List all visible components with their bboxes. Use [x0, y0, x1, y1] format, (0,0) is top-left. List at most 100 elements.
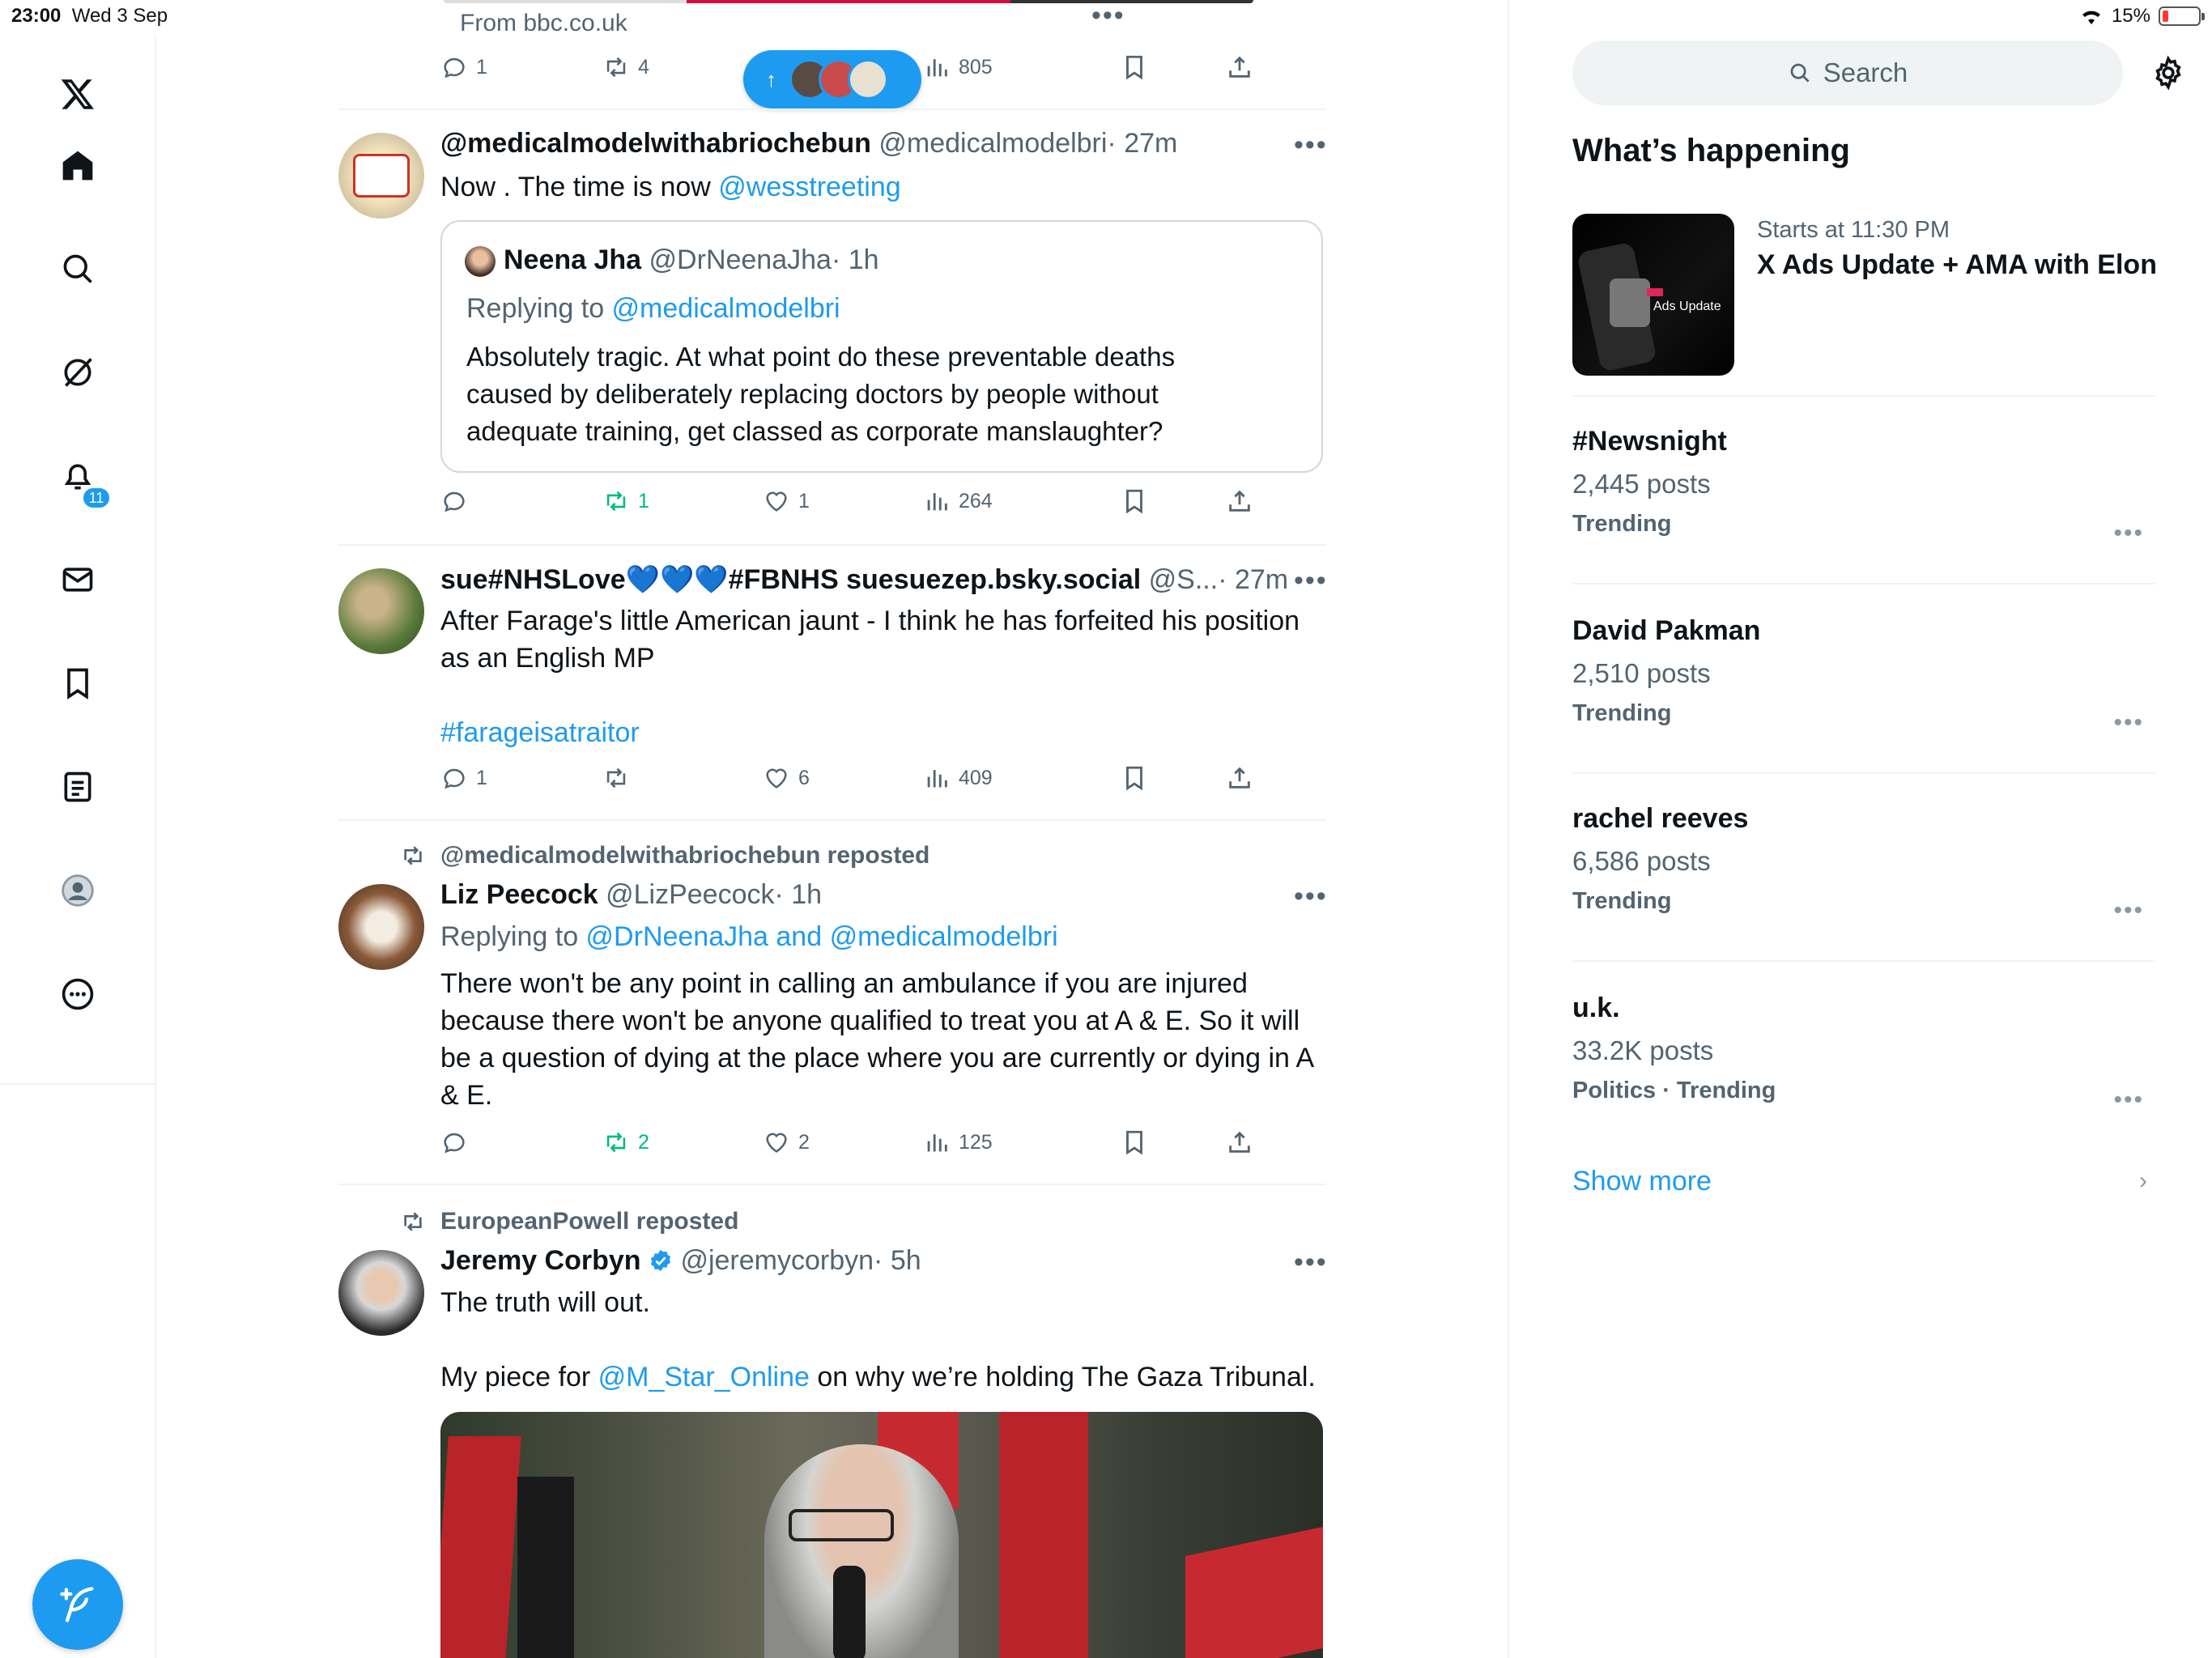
author-handle[interactable]: @LizPeecock — [606, 879, 774, 910]
share-button[interactable] — [1226, 487, 1253, 515]
hashtag-link[interactable]: #farageisatraitor — [440, 714, 640, 751]
bookmark-button[interactable] — [1121, 1129, 1148, 1156]
timeline-feed: From bbc.co.uk ••• 1 4 805 ↑ @medicalmod… — [338, 0, 1326, 1658]
bookmarks-icon[interactable] — [53, 659, 102, 708]
tweet-actions: 1 1 264 — [440, 487, 1331, 523]
trend-more-button[interactable]: ••• — [2113, 709, 2144, 737]
quote-author-handle: @DrNeenaJha — [649, 244, 832, 275]
tweet-actions: 1 6 409 — [440, 764, 1331, 800]
trend-item[interactable]: David Pakman 2,510 posts Trending ••• — [1572, 615, 2155, 736]
mention-link[interactable]: @M_Star_Online — [598, 1362, 810, 1392]
trend-item[interactable]: rachel reeves 6,586 posts Trending ••• — [1572, 803, 2155, 924]
tweet-more-button[interactable]: ••• — [1294, 565, 1328, 597]
profile-avatar-icon[interactable] — [53, 866, 102, 915]
tweet-time[interactable]: · 5h — [874, 1245, 921, 1276]
tweet-time[interactable]: · 27m — [1107, 128, 1177, 159]
author-name[interactable]: @medicalmodelwithabriochebun — [440, 128, 871, 159]
more-options-icon[interactable] — [53, 970, 102, 1018]
author-name[interactable]: sue#NHSLove💙💙💙#FBNHS suesuezep.bsky.soci… — [440, 564, 1141, 595]
like-button[interactable]: 1 — [763, 487, 810, 515]
x-logo-icon[interactable] — [53, 70, 102, 118]
reply-button[interactable]: 1 — [440, 53, 487, 81]
author-handle[interactable]: @S... — [1149, 564, 1219, 595]
avatar[interactable] — [338, 568, 424, 654]
event-thumbnail[interactable]: Ads Update — [1572, 214, 1734, 376]
grok-icon[interactable] — [53, 348, 102, 397]
show-more-link[interactable]: Show more — [1572, 1166, 1712, 1197]
tweet-header: sue#NHSLove💙💙💙#FBNHS suesuezep.bsky.soci… — [440, 563, 1288, 596]
repost-button[interactable]: 2 — [602, 1129, 649, 1156]
trend-more-button[interactable]: ••• — [2113, 1086, 2144, 1114]
tweet-more-button[interactable]: ••• — [1294, 130, 1328, 161]
reply-button[interactable]: 1 — [440, 764, 487, 792]
tweet-media-image[interactable] — [440, 1412, 1323, 1658]
tweet-time[interactable]: · 27m — [1218, 564, 1288, 595]
tweet-text: Now . The time is now @wesstreeting — [440, 172, 901, 202]
replying-to: Replying to @DrNeenaJha and @medicalmode… — [440, 921, 1058, 952]
explore-search-icon[interactable] — [53, 244, 102, 293]
share-button[interactable] — [1226, 1129, 1253, 1156]
tweet-actions: 2 2 125 — [440, 1129, 1331, 1164]
search-icon — [1790, 63, 1810, 83]
compose-post-button[interactable] — [32, 1559, 123, 1650]
tweet-text: After Farage's little American jaunt - I… — [440, 606, 1300, 674]
quote-text: Absolutely tragic. At what point do thes… — [466, 342, 1176, 446]
bookmark-button[interactable] — [1121, 487, 1148, 515]
repost-button[interactable]: 1 — [602, 487, 649, 515]
search-placeholder: Search — [1823, 57, 1908, 87]
repost-context: EuropeanPowell reposted — [400, 1208, 738, 1235]
tweet-time[interactable]: · 1h — [775, 879, 823, 910]
tweet-header: Jeremy Corbyn @jeremycorbyn· 5h — [440, 1245, 921, 1277]
repost-button[interactable] — [602, 764, 638, 792]
messages-envelope-icon[interactable] — [53, 555, 102, 604]
avatar[interactable] — [338, 133, 424, 219]
tweet-more-button[interactable]: ••• — [1294, 881, 1328, 912]
bookmark-button[interactable] — [1121, 53, 1148, 81]
trend-item[interactable]: u.k. 33.2K posts Politics · Trending ••• — [1572, 993, 2155, 1113]
views-button[interactable]: 409 — [923, 764, 993, 792]
trend-more-button[interactable]: ••• — [2113, 897, 2144, 925]
reply-button[interactable] — [440, 487, 476, 515]
trend-item[interactable]: #Newsnight 2,445 posts Trending ••• — [1572, 426, 2155, 546]
author-handle[interactable]: @jeremycorbyn — [680, 1245, 874, 1276]
share-button[interactable] — [1226, 764, 1253, 792]
views-button[interactable]: 805 — [923, 53, 993, 81]
avatar[interactable] — [338, 884, 424, 970]
views-button[interactable]: 125 — [923, 1129, 993, 1156]
event-time: Starts at 11:30 PM — [1757, 217, 1950, 243]
trend-divider — [1572, 960, 2155, 962]
trend-divider — [1572, 583, 2155, 585]
media-more-dots[interactable]: ••• — [1091, 0, 1125, 32]
author-name[interactable]: Liz Peecock — [440, 879, 598, 910]
tweet-more-button[interactable]: ••• — [1294, 1247, 1328, 1278]
lists-icon[interactable] — [53, 763, 102, 811]
quote-tweet-card[interactable]: Neena Jha @DrNeenaJha· 1h Replying to @m… — [440, 220, 1323, 473]
link-source: From bbc.co.uk — [460, 10, 627, 36]
tweet-text-line1: The truth will out. — [440, 1287, 650, 1318]
new-posts-pill[interactable]: ↑ — [743, 50, 921, 108]
tweet-divider — [338, 108, 1326, 110]
author-handle[interactable]: @medicalmodelbri — [878, 128, 1107, 159]
like-button[interactable]: 6 — [763, 764, 810, 792]
notifications-count-badge: 11 — [81, 486, 112, 510]
compose-feather-icon — [60, 1587, 94, 1622]
reply-button[interactable] — [440, 1129, 476, 1156]
repost-button[interactable]: 4 — [602, 53, 649, 81]
author-name[interactable]: Jeremy Corbyn — [440, 1245, 641, 1276]
home-icon[interactable] — [53, 141, 102, 189]
bookmark-button[interactable] — [1121, 764, 1148, 792]
event-thumb-label: Ads Update — [1653, 300, 1721, 313]
share-button[interactable] — [1226, 53, 1253, 81]
like-button[interactable]: 2 — [763, 1129, 810, 1156]
event-title[interactable]: X Ads Update + AMA with Elon — [1757, 249, 2157, 281]
trend-more-button[interactable]: ••• — [2113, 520, 2144, 547]
tweet-divider — [338, 1184, 1326, 1185]
tweet-divider — [338, 819, 1326, 821]
search-input[interactable]: Search — [1572, 40, 2123, 105]
whats-happening-title: What’s happening — [1572, 133, 1850, 168]
settings-gear-icon[interactable] — [2150, 55, 2186, 95]
avatar[interactable] — [338, 1250, 424, 1336]
trend-divider — [1572, 395, 2155, 397]
views-button[interactable]: 264 — [923, 487, 993, 515]
mention-link[interactable]: @wesstreeting — [718, 172, 900, 202]
